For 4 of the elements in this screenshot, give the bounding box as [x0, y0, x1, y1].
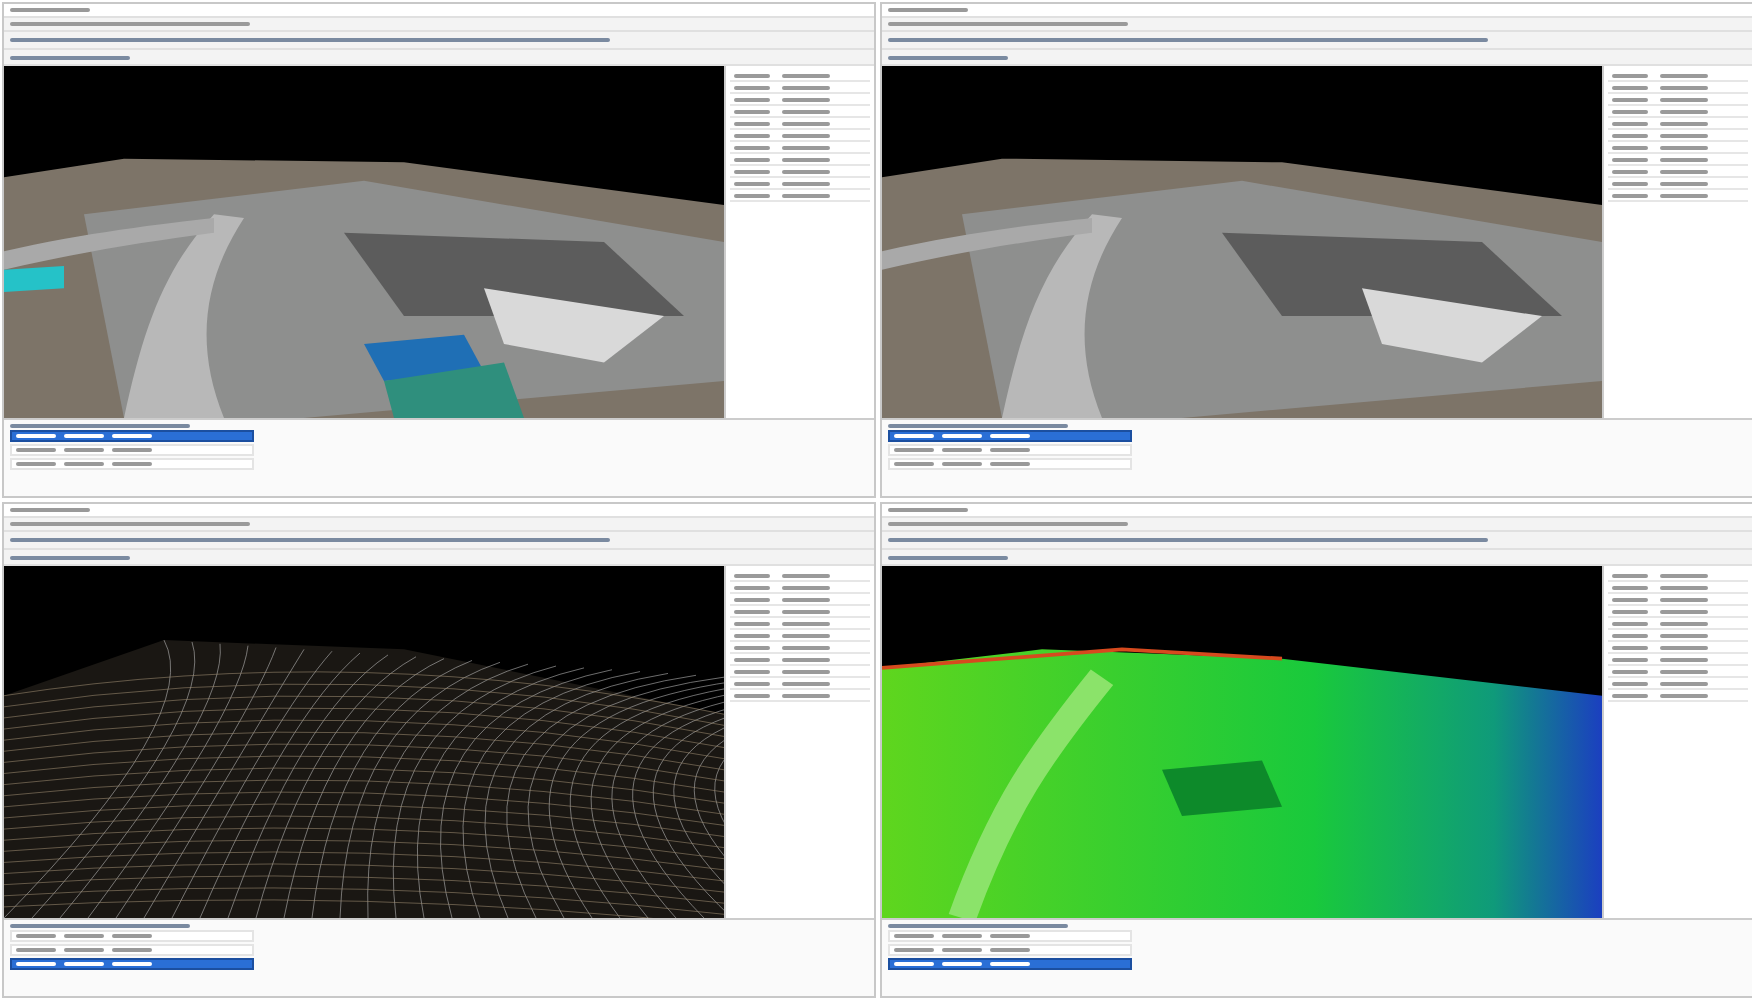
- layer-row[interactable]: [888, 430, 1132, 442]
- layer-row[interactable]: [10, 430, 254, 442]
- layer-row[interactable]: [10, 958, 254, 970]
- layer-row[interactable]: [888, 958, 1132, 970]
